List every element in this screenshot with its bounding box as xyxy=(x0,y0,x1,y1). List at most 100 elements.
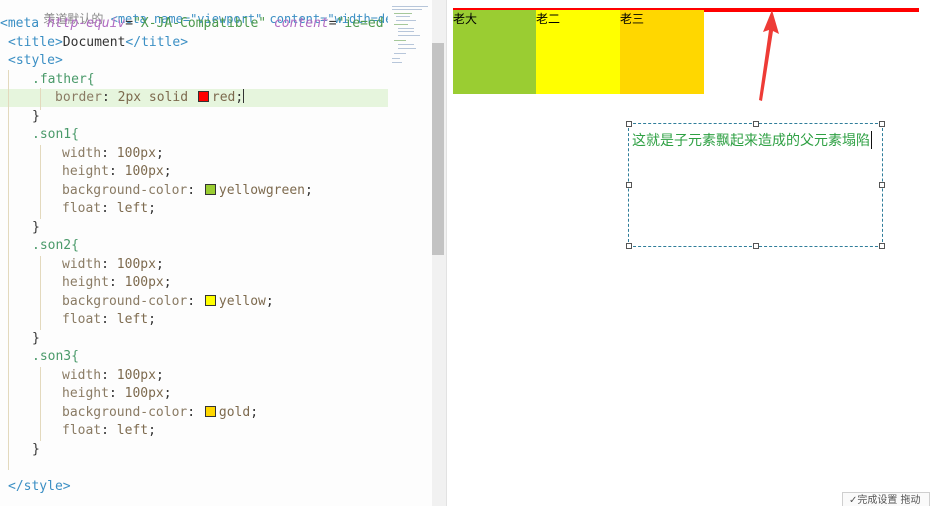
annotation-arrow-icon xyxy=(759,10,779,101)
code-line-son2-width: width: 100px; xyxy=(62,257,164,272)
son2-box: 老二 xyxy=(536,10,620,94)
screenshot-toolbar[interactable]: ✓完成设置 拖动 xyxy=(842,492,930,506)
resize-handle-tr[interactable] xyxy=(879,121,885,127)
code-line-meta: <meta http-equiv="X-JA-Compatible" conte… xyxy=(0,15,384,33)
son1-height-val: 100px xyxy=(124,164,164,179)
code-line-close: } xyxy=(32,441,40,459)
father-border-color: red xyxy=(211,90,236,105)
close-brace: } xyxy=(32,331,40,346)
resize-handle-bm[interactable] xyxy=(753,243,759,249)
code-line-son3-selector: .son3{ xyxy=(32,348,79,366)
son2-height-prop: height xyxy=(62,275,109,290)
toolbar-label: ✓完成设置 拖动 xyxy=(849,495,921,506)
style-tag-open: <style> xyxy=(8,53,63,68)
code-line-son3-bg: background-color: gold; xyxy=(62,405,259,420)
color-swatch-yellow[interactable] xyxy=(204,295,216,306)
code-line-partial: 羡道默认的 <meta name="viewport" content="wid… xyxy=(43,12,388,26)
title-tag-close: </title> xyxy=(125,35,189,50)
code-line-son1-width: width: 100px; xyxy=(62,146,164,161)
resize-handle-ml[interactable] xyxy=(626,182,632,188)
minimap[interactable] xyxy=(388,0,432,80)
son3-height-prop: height xyxy=(62,386,109,401)
son1-float-prop: float xyxy=(62,201,102,216)
code-area[interactable]: 羡道默认的 <meta name="viewport" content="wid… xyxy=(0,0,388,506)
meta-eq1: = xyxy=(125,16,134,31)
code-line-son2-float: float: left; xyxy=(62,312,156,327)
son3-label: 老三 xyxy=(620,12,645,26)
resize-handle-bl[interactable] xyxy=(626,243,632,249)
code-line-son3-height: height: 100px; xyxy=(62,386,172,401)
father-border-prop: border xyxy=(55,90,102,105)
text-caret xyxy=(243,89,245,103)
son1-selector: .son1{ xyxy=(32,127,79,142)
son3-float-prop: float xyxy=(62,423,102,438)
son1-label: 老大 xyxy=(453,12,478,26)
son2-float-val: left xyxy=(116,312,149,327)
scrollbar-thumb[interactable] xyxy=(432,43,444,255)
indent-guide xyxy=(8,70,9,470)
code-line-father-border: border: 2px solid red; xyxy=(0,89,388,107)
title-tag-open: <title> xyxy=(8,35,63,50)
son2-float-prop: float xyxy=(62,312,102,327)
resize-handle-tl[interactable] xyxy=(626,121,632,127)
son3-width-val: 100px xyxy=(116,368,156,383)
son1-bg-prop: background-color xyxy=(62,183,188,198)
annotation-textbox[interactable]: 这就是子元素飘起来造成的父元素塌陷 xyxy=(626,121,885,249)
code-line-son2-bg: background-color: yellow; xyxy=(62,294,274,309)
code-line-close: } xyxy=(32,219,40,237)
code-line-style-close: </style> xyxy=(8,478,71,496)
resize-handle-mr[interactable] xyxy=(879,182,885,188)
indent-guide xyxy=(40,145,41,219)
son2-selector: .son2{ xyxy=(32,238,79,253)
son3-width-prop: width xyxy=(62,368,102,383)
close-brace: } xyxy=(32,109,40,124)
son1-width-prop: width xyxy=(62,146,102,161)
son3-bg-prop: background-color xyxy=(62,405,188,420)
meta-attr-content: content xyxy=(266,16,329,31)
son1-float-val: left xyxy=(116,201,149,216)
meta-eq2: = xyxy=(328,16,337,31)
father-border-end: ; xyxy=(235,90,244,105)
close-brace: } xyxy=(32,220,40,235)
annotation-text: 这就是子元素飘起来造成的父元素塌陷 xyxy=(632,133,870,149)
son3-selector: .son3{ xyxy=(32,349,79,364)
indent-guide xyxy=(40,367,41,441)
code-line-son2-height: height: 100px; xyxy=(62,275,172,290)
code-line-son2-selector: .son2{ xyxy=(32,237,79,255)
son3-box: 老三 xyxy=(620,10,704,94)
son2-width-val: 100px xyxy=(116,257,156,272)
indent-guide xyxy=(40,88,41,110)
son2-bg-prop: background-color xyxy=(62,294,188,309)
code-line-son3-width: width: 100px; xyxy=(62,368,164,383)
meta-value-1: "X-JA-Compatible" xyxy=(133,16,267,31)
father-selector: .father{ xyxy=(32,72,95,87)
meta-value-2: "ie=ed xyxy=(336,16,384,31)
son2-height-val: 100px xyxy=(124,275,164,290)
color-swatch-yellowgreen[interactable] xyxy=(204,184,216,195)
color-swatch-red[interactable] xyxy=(197,91,209,102)
son2-width-prop: width xyxy=(62,257,102,272)
father-border-value: 2px solid xyxy=(117,90,196,105)
annotation-text-wrap[interactable]: 这就是子元素飘起来造成的父元素塌陷 xyxy=(632,128,878,154)
son1-height-prop: height xyxy=(62,164,109,179)
title-text: Document xyxy=(62,35,126,50)
code-editor[interactable]: 羡道默认的 <meta name="viewport" content="wid… xyxy=(0,0,447,506)
close-brace: } xyxy=(32,442,40,457)
son1-box: 老大 xyxy=(453,10,537,94)
son2-bg-val: yellow xyxy=(218,294,266,309)
resize-handle-br[interactable] xyxy=(879,243,885,249)
resize-handle-tm[interactable] xyxy=(753,121,759,127)
color-swatch-gold[interactable] xyxy=(204,406,216,417)
code-line-son1-height: height: 100px; xyxy=(62,164,172,179)
code-line-father-selector: .father{ xyxy=(32,71,95,89)
code-line-style-open: <style> xyxy=(8,52,63,70)
annotation-caret xyxy=(871,131,872,149)
vertical-scrollbar[interactable] xyxy=(432,0,446,506)
browser-preview: 老大 老二 老三 这就是子元素飘起来造成的父元素塌陷 ✓完成设置 拖动 xyxy=(447,0,931,506)
code-line-son1-float: float: left; xyxy=(62,201,156,216)
son1-width-val: 100px xyxy=(116,146,156,161)
style-tag-close: </style> xyxy=(8,479,71,494)
code-line-son1-bg: background-color: yellowgreen; xyxy=(62,183,313,198)
son2-label: 老二 xyxy=(536,12,561,26)
code-line-close: } xyxy=(32,108,40,126)
